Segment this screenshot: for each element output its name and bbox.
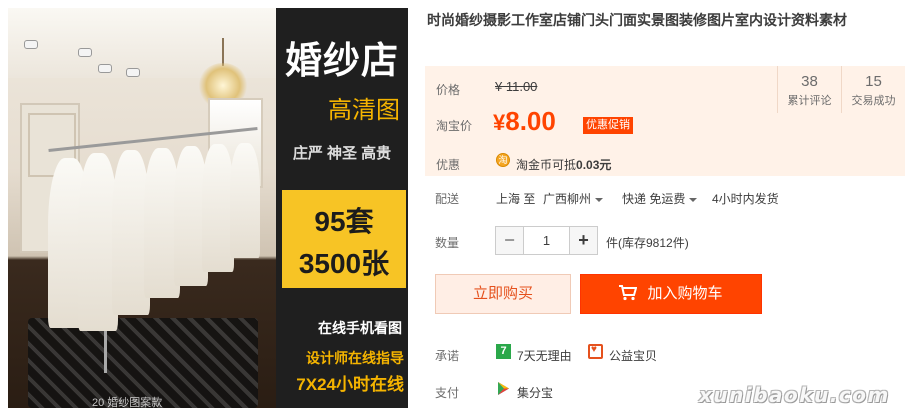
charity-icon	[588, 344, 603, 359]
shipping-destination-select[interactable]: 广西柳州	[543, 190, 604, 207]
promo-banner: 婚纱店 高清图 庄严 神圣 高贵 95套 3500张 在线手机看图 设计师在线指…	[276, 8, 408, 408]
banner-photos: 3500张	[298, 248, 390, 279]
seven-day-return-icon: 7	[496, 344, 511, 359]
dress-shape	[230, 143, 260, 258]
banner-count-box: 95套 3500张	[282, 190, 406, 288]
shipping-label: 配送	[435, 192, 460, 206]
sales-stat: 15 交易成功	[841, 66, 905, 113]
quantity-decrease-button[interactable]: −	[496, 227, 523, 254]
product-title: 时尚婚纱摄影工作室店铺门头门面实景图装修图片室内设计资料素材	[427, 12, 847, 28]
coin-icon: 淘	[496, 153, 510, 167]
perk-text-prefix: 淘金币可抵	[516, 158, 577, 172]
review-count: 38	[801, 73, 818, 90]
charity-link[interactable]: 公益宝贝	[609, 347, 657, 364]
promo-price-value: 8.00	[505, 106, 556, 136]
bridal-shop-photo: 20 婚纱图案款	[8, 8, 276, 408]
shipping-from: 上海 至	[496, 192, 536, 206]
original-price: ¥ 11.00	[495, 79, 538, 94]
currency-symbol: ¥	[493, 110, 506, 135]
banner-title: 婚纱店	[285, 40, 399, 81]
sales-count: 15	[865, 73, 882, 90]
quantity-stepper: − +	[495, 226, 598, 255]
perk-text: 淘金币可抵0.03元	[516, 156, 611, 173]
spotlight-icon	[126, 68, 140, 77]
chevron-down-icon	[595, 197, 604, 202]
shipping-method-select[interactable]: 快递 免运费	[622, 190, 698, 207]
promo-price-label: 淘宝价	[436, 119, 473, 133]
quantity-label: 数量	[435, 236, 460, 250]
cart-icon	[619, 284, 638, 300]
banner-hours: 7X24小时在线	[296, 375, 404, 394]
spotlight-icon	[24, 40, 38, 49]
review-label: 累计评论	[787, 95, 832, 107]
spotlight-icon	[78, 48, 92, 57]
promo-tag[interactable]: 优惠促销	[583, 117, 633, 134]
promise-label: 承诺	[435, 349, 460, 363]
banner-guide: 设计师在线指导	[306, 350, 404, 366]
promo-price: ¥8.00	[493, 106, 556, 137]
jifenbao-icon	[498, 382, 509, 395]
buy-now-button[interactable]: 立即购买	[435, 274, 571, 314]
stock-text: 件(库存9812件)	[606, 236, 689, 250]
review-stat[interactable]: 38 累计评论	[777, 66, 841, 113]
sales-stats: 38 累计评论 15 交易成功	[777, 66, 905, 113]
banner-tagline: 庄严 神圣 高贵	[292, 145, 392, 162]
site-watermark: xunibaoku.com	[699, 383, 890, 407]
payment-method[interactable]: 集分宝	[517, 384, 553, 401]
banner-mobile: 在线手机看图	[318, 320, 402, 336]
shipping-method: 快递 免运费	[622, 192, 686, 206]
perk-label: 优惠	[436, 158, 461, 172]
photo-watermark: 20 婚纱图案款	[92, 397, 163, 408]
banner-sets: 95套	[314, 206, 374, 237]
product-main-image[interactable]: 20 婚纱图案款 婚纱店 高清图 庄严 神圣 高贵 95套 3500张 在线手机…	[8, 8, 408, 408]
payment-label: 支付	[435, 386, 460, 400]
shipping-destination: 广西柳州	[543, 192, 592, 206]
shipping-time: 4小时内发货	[712, 192, 779, 206]
seven-day-return-link[interactable]: 7天无理由	[517, 347, 572, 364]
sales-label: 交易成功	[851, 95, 896, 107]
price-panel: 价格 ¥ 11.00 淘宝价 ¥8.00 优惠促销 38 累计评论 15 交易成…	[425, 66, 905, 150]
price-label: 价格	[436, 83, 461, 97]
add-to-cart-button[interactable]: 加入购物车	[580, 274, 762, 314]
spotlight-icon	[98, 64, 112, 73]
chevron-down-icon	[689, 197, 698, 202]
perk-amount: 0.03元	[576, 158, 612, 172]
perk-row: 优惠 淘 淘金币可抵0.03元	[425, 150, 905, 176]
banner-hd: 高清图	[328, 97, 400, 124]
add-to-cart-label: 加入购物车	[647, 285, 723, 302]
quantity-input[interactable]	[523, 227, 570, 254]
quantity-increase-button[interactable]: +	[570, 227, 597, 254]
